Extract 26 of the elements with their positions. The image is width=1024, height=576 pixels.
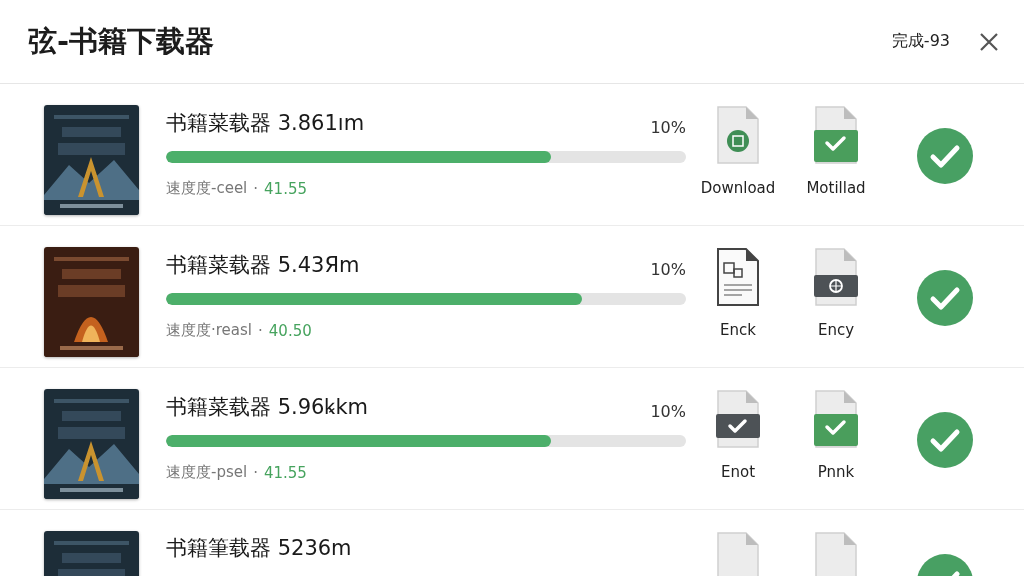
speed-label: 速度度-psel [166, 463, 248, 482]
status-text: 完成-93 [891, 31, 950, 52]
file-label: Motillad [806, 179, 866, 197]
separator-dot: · [253, 179, 259, 198]
close-button[interactable] [978, 30, 1000, 53]
speed-value: 40.50 [268, 321, 312, 340]
speed-value: 41.55 [263, 463, 307, 482]
book-title: 书籍筆载器 5236m [166, 535, 352, 562]
file-label: Enot [720, 463, 755, 481]
separator-dot: · [253, 463, 258, 482]
book-title: 书籍菜载器 5.96ꝃkm [166, 394, 369, 421]
file-label: Pnnk [817, 463, 855, 481]
progress-percent: 10% [650, 402, 686, 421]
progress-percent: 10% [650, 118, 686, 137]
speed-label: 速度度·reasl [166, 321, 252, 340]
speed-label: 速度度-ceel [166, 179, 248, 198]
separator-dot: · [258, 321, 263, 340]
file-label: Enck [720, 321, 756, 339]
file-label: Download [700, 179, 776, 197]
close-icon [978, 30, 1000, 53]
window-title: 弦-书籍下载器 [28, 22, 215, 60]
file-label: Ency [817, 321, 855, 339]
book-title: 书籍菜载器 3.861ım [166, 110, 365, 137]
progress-percent: 10% [650, 260, 686, 279]
book-title: 书籍菜载器 5.43Яm [166, 252, 360, 279]
speed-value: 41.55 [264, 179, 308, 198]
